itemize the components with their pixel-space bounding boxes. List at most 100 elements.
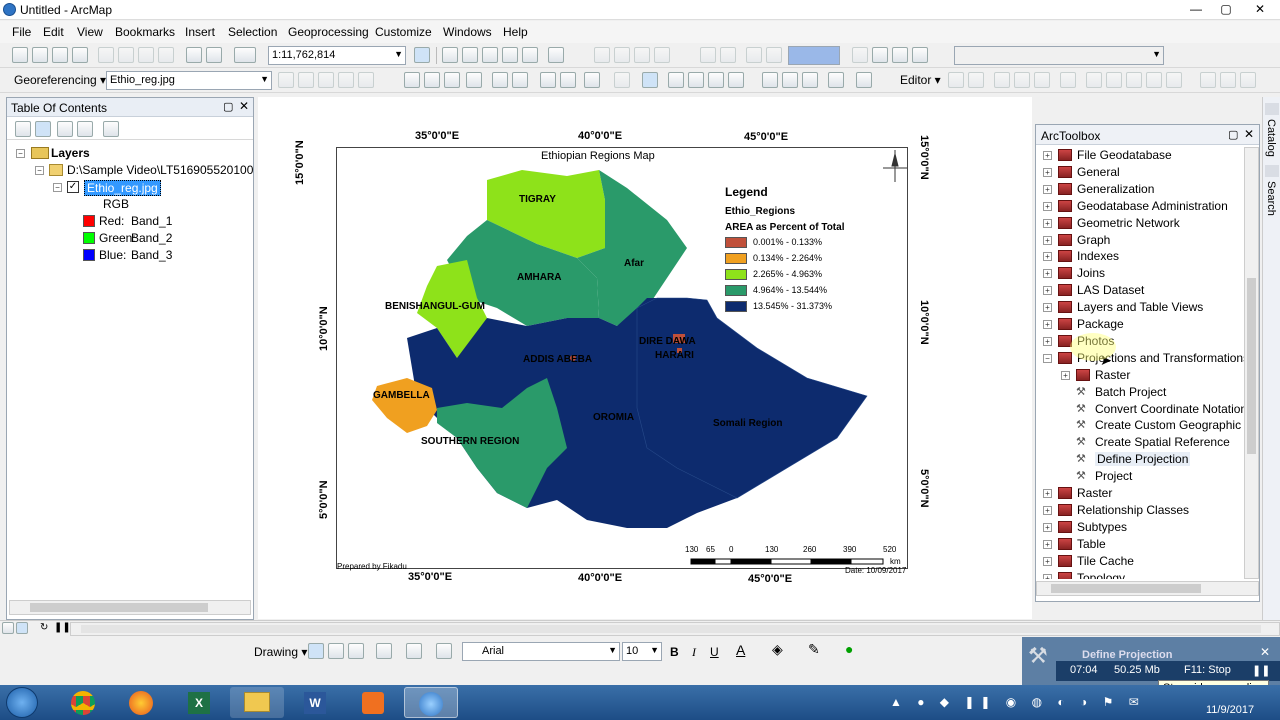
reshape-icon[interactable] — [1106, 72, 1122, 88]
layer-name-selected[interactable]: Ethio_reg.jpg — [84, 180, 161, 196]
edit-vertices-draw-icon[interactable] — [436, 643, 452, 659]
zoom-out-fixed-icon[interactable] — [614, 47, 630, 63]
expand-icon[interactable]: + — [1043, 286, 1052, 296]
paste-icon[interactable] — [138, 47, 154, 63]
recorder-stop-hint[interactable]: F11: Stop — [1184, 664, 1231, 676]
expand-icon[interactable]: + — [1043, 184, 1052, 194]
rotate-element-icon[interactable] — [328, 643, 344, 659]
menu-geoprocessing[interactable]: Geoprocessing — [288, 25, 369, 39]
select-pointer-icon[interactable] — [308, 643, 324, 659]
catalog-window-icon[interactable] — [462, 47, 478, 63]
toolbox-item[interactable]: − Projections and Transformations — [1036, 350, 1244, 367]
underline-button[interactable]: U — [710, 645, 719, 659]
toolbox-item[interactable]: + Graph — [1036, 232, 1244, 249]
menu-view[interactable]: View — [77, 25, 103, 39]
html-popup-icon[interactable] — [708, 72, 724, 88]
chevron-down-icon[interactable]: ▼ — [394, 49, 403, 59]
go-to-xy-icon[interactable] — [802, 72, 818, 88]
rotate-icon[interactable] — [278, 72, 294, 88]
empty-toolbar-combo[interactable]: ▼ — [954, 46, 1164, 65]
toolbox-item[interactable]: + Generalization — [1036, 181, 1244, 198]
toolbox-item[interactable]: + Package — [1036, 316, 1244, 333]
attributes-icon[interactable] — [1200, 72, 1216, 88]
toolbox-item[interactable]: ⚒ Create Spatial Reference — [1036, 434, 1244, 451]
toc-close-icon[interactable]: ✕ — [239, 99, 249, 113]
layout-view[interactable]: 35°0'0"E 40°0'0"E 45°0'0"E 35°0'0"E 40°0… — [258, 97, 1032, 619]
menu-insert[interactable]: Insert — [185, 25, 215, 39]
map-scale-combo[interactable]: 1:11,762,814 ▼ — [268, 46, 406, 65]
expand-icon[interactable]: + — [1043, 252, 1052, 262]
back-arrow-icon[interactable] — [540, 72, 556, 88]
expand-icon[interactable]: + — [1043, 489, 1052, 498]
new-document-icon[interactable] — [12, 47, 28, 63]
word-taskbar-button[interactable]: W — [288, 687, 342, 718]
cut-icon[interactable] — [98, 47, 114, 63]
toolbox-item[interactable]: + Geometric Network — [1036, 215, 1244, 232]
select-features-icon[interactable] — [584, 72, 600, 88]
toolbox-item[interactable]: + Joins — [1036, 265, 1244, 282]
layout-properties-icon[interactable] — [912, 47, 928, 63]
start-button[interactable] — [6, 687, 38, 718]
list-by-visibility-icon[interactable] — [57, 121, 73, 137]
layout-hscroll-thumb[interactable] — [81, 625, 1261, 633]
firefox-taskbar-button[interactable] — [114, 687, 168, 718]
maximize-button[interactable]: ▢ — [1212, 0, 1240, 18]
catalog-tab-icon[interactable] — [1265, 103, 1279, 115]
open-folder-icon[interactable] — [32, 47, 48, 63]
excel-taskbar-button[interactable]: X — [172, 687, 226, 718]
forward-arrow-icon[interactable] — [560, 72, 576, 88]
layout-zoom-combo[interactable] — [788, 46, 840, 65]
pan-page-icon[interactable] — [634, 47, 650, 63]
zoom-in-fixed-icon[interactable] — [594, 47, 610, 63]
full-extent-globe-icon[interactable] — [466, 72, 482, 88]
menu-edit[interactable]: Edit — [43, 25, 64, 39]
time-slider-icon[interactable] — [828, 72, 844, 88]
data-source-path[interactable]: D:\Sample Video\LT51690552010030M — [67, 163, 253, 177]
rectangle-icon[interactable] — [376, 643, 392, 659]
toolbox-item[interactable]: + Raster — [1036, 367, 1244, 384]
chevron-down-icon[interactable]: ▼ — [260, 74, 269, 84]
data-driven-pages-icon[interactable] — [892, 47, 908, 63]
italic-button[interactable]: I — [692, 645, 696, 660]
toggle-draft-icon[interactable] — [766, 47, 782, 63]
collapse-layers-icon[interactable]: − — [16, 149, 25, 158]
toc-scroll-thumb[interactable] — [30, 603, 208, 612]
undo-icon[interactable] — [186, 47, 202, 63]
toolbox-item[interactable]: ⚒ Project — [1036, 468, 1244, 485]
measure-icon[interactable] — [728, 72, 744, 88]
layout-horizontal-scrollbar[interactable] — [70, 622, 1280, 636]
fit-to-display-icon[interactable] — [318, 72, 334, 88]
next-extent-icon[interactable] — [746, 47, 762, 63]
change-layout-icon[interactable] — [872, 47, 888, 63]
toolbox-item[interactable]: ⚒ Batch Project — [1036, 384, 1244, 401]
list-by-source-icon[interactable] — [35, 121, 51, 137]
georeferencing-menu[interactable]: Georeferencing ▾ — [14, 73, 106, 87]
expand-icon[interactable]: + — [1043, 573, 1052, 579]
edit-tool-icon[interactable] — [948, 72, 964, 88]
chevron-down-icon[interactable]: ▼ — [650, 645, 659, 655]
zoom-out-icon[interactable] — [424, 72, 440, 88]
select-elements-pointer-icon[interactable] — [642, 72, 658, 88]
zoom-100-icon[interactable] — [700, 47, 716, 63]
bold-button[interactable]: B — [670, 645, 679, 659]
expand-icon[interactable]: + — [1061, 370, 1070, 380]
chevron-down-icon[interactable]: ▼ — [608, 645, 617, 655]
refresh-icon[interactable]: ↻ — [40, 622, 48, 633]
clear-selection-icon[interactable] — [614, 72, 630, 88]
toc-window-icon[interactable] — [442, 47, 458, 63]
toc-autohide-icon[interactable]: ▢ — [223, 100, 233, 113]
explorer-taskbar-button[interactable] — [230, 687, 284, 718]
marker-color-icon[interactable]: ● — [845, 641, 853, 657]
menu-bookmarks[interactable]: Bookmarks — [115, 25, 175, 39]
toolbox-item[interactable]: ⚒ Convert Coordinate Notation — [1036, 401, 1244, 418]
expand-icon[interactable]: + — [1043, 556, 1052, 566]
fill-color-icon[interactable]: ◈ — [772, 641, 783, 658]
python-window-icon[interactable] — [522, 47, 538, 63]
expand-icon[interactable]: + — [1043, 505, 1052, 515]
expand-icon[interactable]: + — [1043, 235, 1052, 245]
delete-icon[interactable] — [158, 47, 174, 63]
create-viewer-icon[interactable] — [856, 72, 872, 88]
arcmap-taskbar-button[interactable] — [404, 687, 458, 718]
shift-icon[interactable] — [298, 72, 314, 88]
catalog-tab[interactable]: Catalog — [1265, 119, 1277, 157]
